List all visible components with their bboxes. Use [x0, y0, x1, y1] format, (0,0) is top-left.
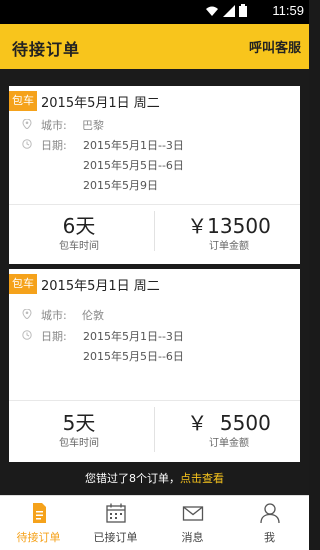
status-bar: 11:59	[0, 0, 309, 24]
clock-icon	[22, 139, 32, 149]
order-type-badge: 包车	[9, 91, 37, 111]
tab-accepted-orders[interactable]: 已接订单	[77, 496, 154, 550]
bottom-tab-bar: 待接订单 已接订单 消息 我	[0, 495, 309, 550]
date-range: 2015年5月5日--6日	[83, 159, 184, 172]
rental-duration-label: 包车时间	[59, 438, 99, 449]
date-range: 2015年5月1日--3日	[83, 139, 184, 152]
rental-duration-label: 包车时间	[59, 241, 99, 252]
city-value: 巴黎	[82, 119, 104, 132]
rental-duration: 6天	[62, 214, 96, 238]
divider	[9, 400, 300, 401]
calendar-icon	[106, 503, 126, 523]
rental-duration: 5天	[62, 411, 96, 435]
status-time: 11:59	[272, 3, 304, 18]
status-icons	[205, 4, 247, 17]
app-bar: 待接订单 呼叫客服	[0, 24, 309, 69]
location-icon	[22, 309, 32, 319]
clock-icon	[22, 330, 32, 340]
divider	[154, 211, 155, 251]
order-card[interactable]: 包车 2015年5月1日 周二 城市: 伦敦 日期: 2015年5月1日--3日…	[9, 269, 300, 462]
tab-label: 我	[264, 531, 275, 544]
divider	[9, 204, 300, 205]
order-date-title: 2015年5月1日 周二	[41, 279, 160, 294]
mail-icon	[182, 506, 204, 521]
tab-pending-orders[interactable]: 待接订单	[0, 496, 77, 550]
order-amount-label: 订单金额	[209, 438, 249, 449]
tab-label: 消息	[181, 531, 204, 544]
date-label: 日期:	[41, 139, 67, 152]
city-label: 城市:	[41, 119, 67, 132]
order-list[interactable]: 包车 2015年5月1日 周二 城市: 巴黎 日期: 2015年5月1日--3日…	[0, 69, 309, 495]
city-value: 伦敦	[82, 309, 104, 322]
date-range: 2015年5月5日--6日	[83, 350, 184, 363]
date-range: 2015年5月9日	[83, 179, 158, 192]
order-amount-label: 订单金额	[209, 241, 249, 252]
order-amount: ￥ 5500	[187, 411, 271, 435]
order-type-badge: 包车	[9, 274, 37, 294]
view-missed-orders-link[interactable]: 点击查看	[180, 472, 224, 485]
divider	[154, 407, 155, 452]
tab-messages[interactable]: 消息	[154, 496, 231, 550]
order-date-title: 2015年5月1日 周二	[41, 96, 160, 111]
date-label: 日期:	[41, 330, 67, 343]
city-label: 城市:	[41, 309, 67, 322]
tab-profile[interactable]: 我	[231, 496, 308, 550]
order-card[interactable]: 包车 2015年5月1日 周二 城市: 巴黎 日期: 2015年5月1日--3日…	[9, 86, 300, 264]
tab-label: 已接订单	[93, 531, 138, 544]
document-icon	[33, 503, 46, 523]
call-service-button[interactable]: 呼叫客服	[249, 37, 301, 56]
tab-label: 待接订单	[16, 531, 61, 544]
location-icon	[22, 119, 32, 129]
wifi-icon	[206, 6, 218, 16]
person-icon	[260, 503, 280, 524]
missed-orders-text: 您错过了8个订单，	[85, 472, 180, 485]
battery-icon	[239, 4, 247, 17]
date-range: 2015年5月1日--3日	[83, 330, 184, 343]
signal-icon	[223, 4, 235, 17]
order-amount: ￥13500	[187, 214, 271, 238]
page-title: 待接订单	[12, 40, 81, 59]
missed-orders-notice: 您错过了8个订单，点击查看	[0, 464, 309, 494]
